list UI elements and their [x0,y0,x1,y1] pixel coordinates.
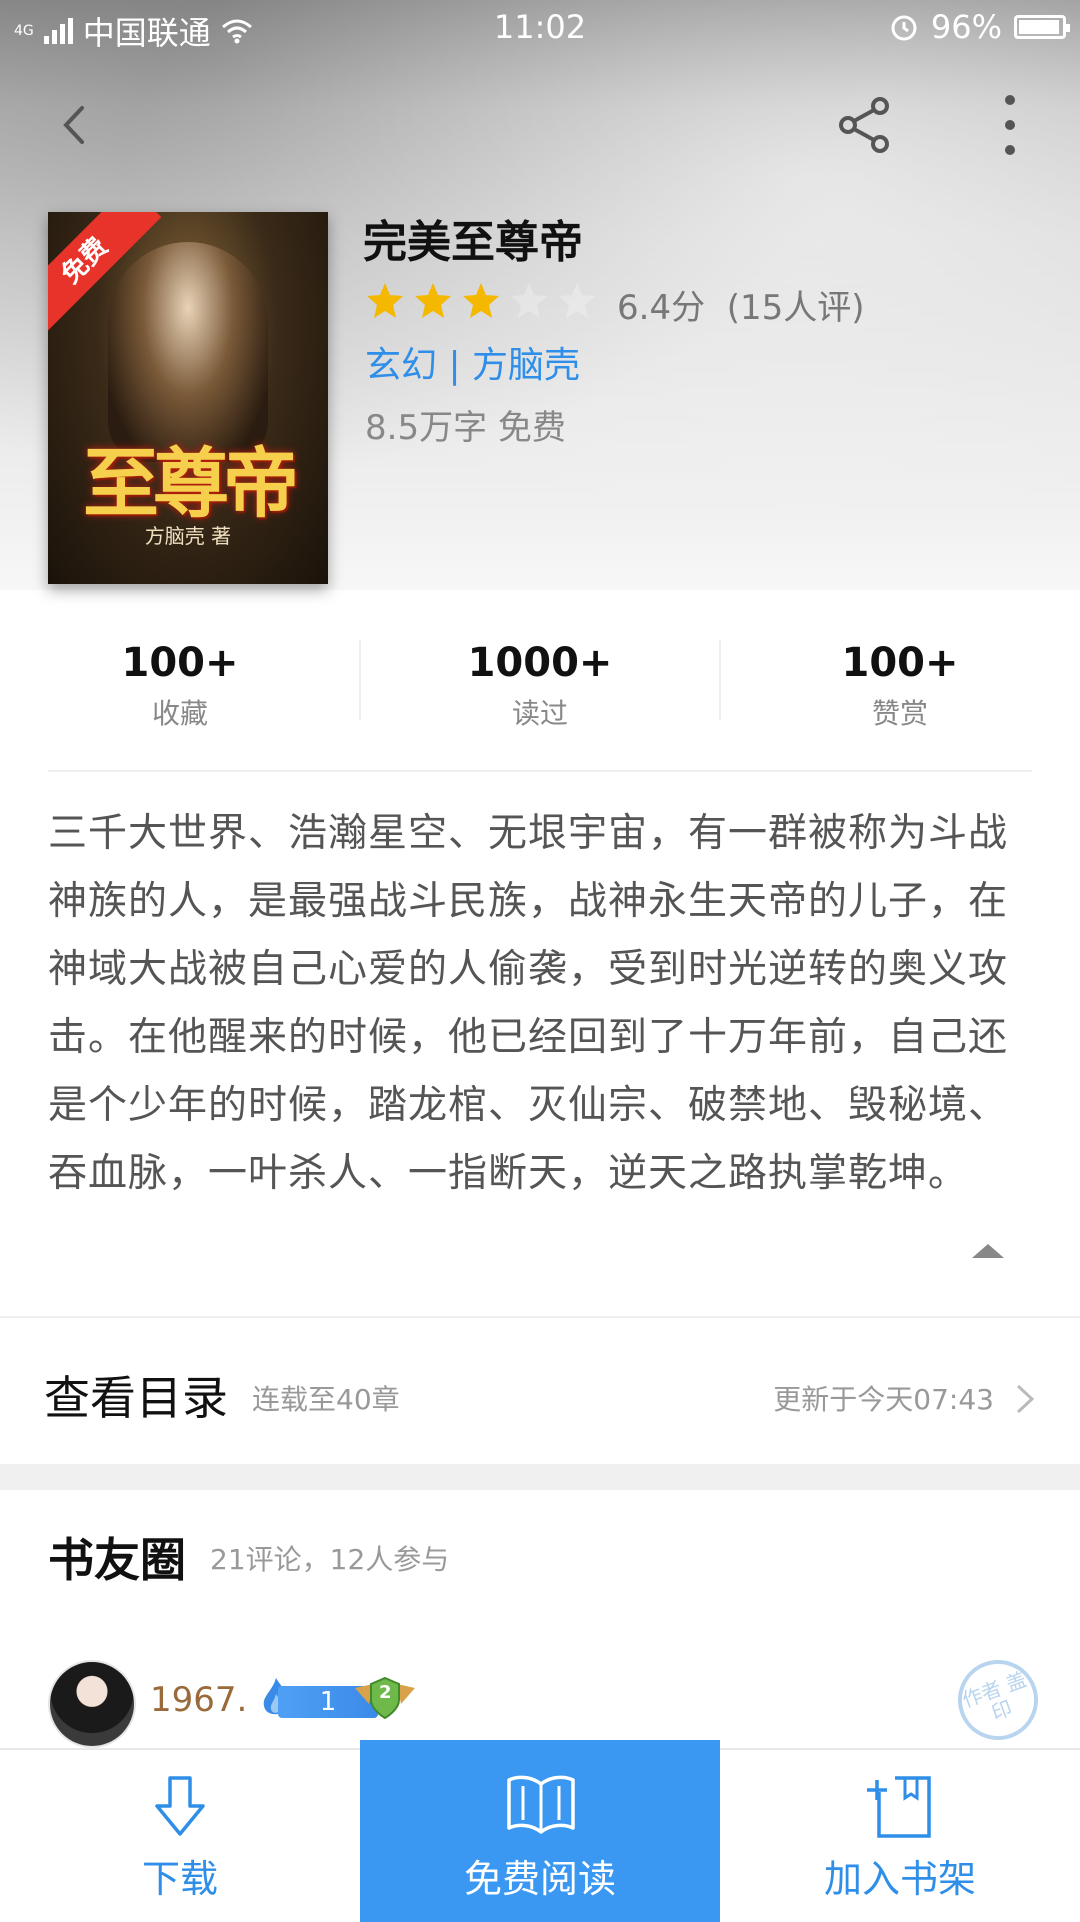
catalog-row[interactable]: 查看目录 连载至40章 更新于今天07:43 [0,1318,1080,1464]
stat-value: 100+ [121,640,239,686]
more-button[interactable] [975,90,1045,160]
status-right: 96% [889,8,1070,46]
download-label: 下载 [141,1857,218,1901]
cover-title: 至尊帝 [83,439,299,528]
rating-count: (15人评) [726,288,865,328]
battery-fill [1019,20,1059,34]
download-icon [155,1776,205,1836]
more-vertical-icon [1005,95,1015,155]
catalog-chapter-count: 连载至40章 [252,1383,400,1416]
open-book-icon [507,1775,575,1834]
comment-item[interactable]: 1967. 1 2 作者 盖印 [48,1648,1050,1752]
stat-value: 1000+ [467,640,613,686]
stat-tips: 100+ 赞赏 [720,630,1080,732]
chevron-right-icon [1016,1384,1035,1414]
rank-badge: 2 [353,1674,417,1728]
add-bookmark-icon [867,1776,931,1838]
share-button[interactable] [830,90,900,160]
stat-label: 赞赏 [871,697,928,730]
free-read-label: 免费阅读 [463,1857,616,1901]
back-button[interactable] [40,90,110,160]
catalog-update-time: 更新于今天07:43 [773,1383,994,1416]
star-empty-icon [511,283,547,318]
comment-username[interactable]: 1967. [150,1680,247,1720]
alarm-icon [891,15,917,41]
book-meta: 8.5万字 免费 [365,408,566,448]
free-read-button[interactable]: 免费阅读 [360,1740,720,1922]
add-shelf-label: 加入书架 [823,1857,976,1901]
book-description[interactable]: 三千大世界、浩瀚星空、无垠宇宙，有一群被称为斗战神族的人，是最强战斗民族，战神永… [48,800,1034,1208]
share-icon [839,97,889,153]
rank-level: 2 [379,1682,392,1703]
author-stamp: 作者 盖印 [946,1648,1050,1752]
rating-stars [365,282,597,320]
star-filled-icon [415,283,451,318]
collapse-arrow-icon[interactable] [972,1244,1004,1258]
chevron-left-icon [63,106,84,144]
bottom-action-bar: 下载 免费阅读 加入书架 [0,1740,1080,1922]
book-title: 完美至尊帝 [363,217,583,268]
star-filled-icon [367,283,403,318]
catalog-title: 查看目录 [44,1371,228,1425]
section-gap [0,1464,1080,1490]
rating-score: 6.4分 (15人评) [617,280,865,329]
rating-value: 6.4分 [617,288,706,328]
book-circle-title[interactable]: 书友圈 [48,1524,186,1590]
book-cover[interactable]: 至尊帝 方脑壳 著 免费 [48,212,328,584]
cover-author: 方脑壳 著 [144,524,232,548]
add-to-shelf-button[interactable]: 加入书架 [720,1750,1080,1922]
stat-value: 100+ [841,640,959,686]
stat-label: 收藏 [151,697,208,730]
battery-icon [1014,15,1070,39]
divider [48,770,1032,772]
battery-percent: 96% [930,8,1002,46]
stat-favorites: 100+ 收藏 [0,630,360,732]
star-filled-icon [463,283,499,318]
avatar[interactable] [48,1660,136,1748]
download-button[interactable]: 下载 [0,1750,360,1922]
star-empty-icon [559,283,595,318]
stat-readers: 1000+ 读过 [360,630,720,732]
genre-author-link[interactable]: 玄幻 | 方脑壳 [365,336,580,388]
status-bar: 4G 中国联通 11:02 96% [0,0,1080,56]
stats-row: 100+ 收藏 1000+ 读过 100+ 赞赏 [0,630,1080,760]
stat-label: 读过 [511,697,568,730]
book-circle-summary: 21评论，12人参与 [210,1543,450,1576]
